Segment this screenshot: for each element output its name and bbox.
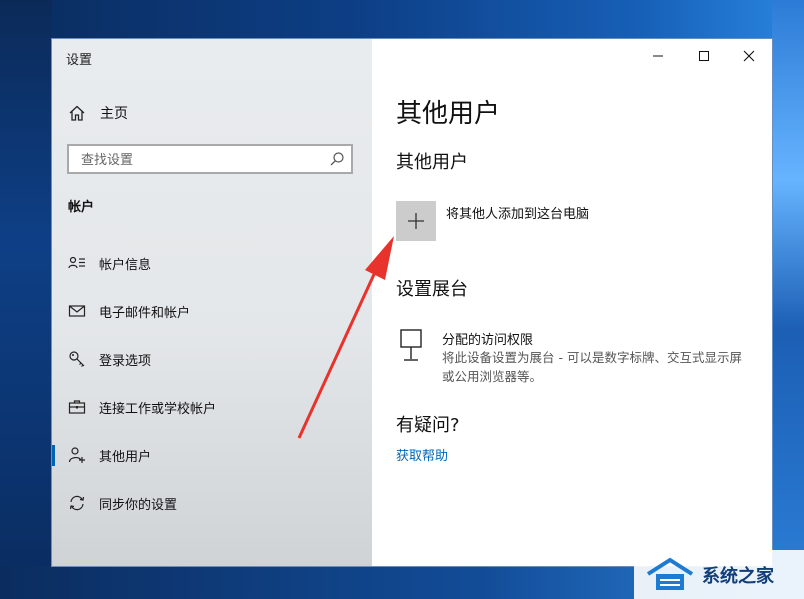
settings-window: 设置 主页 帐户 帐户信息 <box>52 39 772 566</box>
watermark-text: 系统之家 <box>702 566 774 587</box>
get-help-link[interactable]: 获取帮助 <box>396 445 448 464</box>
watermark-house-icon <box>646 557 694 590</box>
window-title: 设置 <box>66 53 93 68</box>
kiosk-icon <box>400 329 422 361</box>
section-title: 帐户 <box>68 200 95 215</box>
watermark-logo: 系统之家 <box>634 550 804 599</box>
minimize-icon <box>653 55 663 57</box>
sidebar: 设置 主页 帐户 帐户信息 <box>52 39 372 566</box>
add-user-button[interactable] <box>396 201 436 241</box>
desktop-background-right <box>772 0 804 599</box>
other-users-heading: 其他用户 <box>396 152 468 173</box>
sidebar-item-other-users[interactable]: 其他用户 <box>52 440 372 470</box>
search-input[interactable] <box>79 150 323 170</box>
email-icon <box>68 305 86 317</box>
sidebar-item-email[interactable]: 电子邮件和帐户 <box>52 296 372 326</box>
sidebar-item-label: 其他用户 <box>99 450 152 465</box>
minimize-button[interactable] <box>635 43 681 69</box>
question-heading: 有疑问? <box>396 415 460 436</box>
desktop-background-left <box>0 0 52 599</box>
active-indicator <box>52 445 55 466</box>
sidebar-item-label: 帐户信息 <box>99 258 152 273</box>
kiosk-description: 将此设备设置为展台 - 可以是数字标牌、交互式显示屏或公用浏览器等。 <box>442 350 742 384</box>
sidebar-item-work-school[interactable]: 连接工作或学校帐户 <box>52 392 372 422</box>
kiosk-heading: 设置展台 <box>396 279 468 300</box>
maximize-button[interactable] <box>681 43 727 69</box>
sidebar-item-label: 连接工作或学校帐户 <box>99 402 217 417</box>
add-user-label[interactable]: 将其他人添加到这台电脑 <box>446 203 589 222</box>
sidebar-item-label: 同步你的设置 <box>99 498 178 513</box>
maximize-icon <box>699 51 709 61</box>
close-icon <box>743 50 755 62</box>
sidebar-item-account-info[interactable]: 帐户信息 <box>52 248 372 278</box>
kiosk-title-link[interactable]: 分配的访问权限 <box>442 329 533 348</box>
sidebar-item-sign-in-options[interactable]: 登录选项 <box>52 344 372 374</box>
close-button[interactable] <box>726 43 772 69</box>
search-box[interactable] <box>67 144 353 174</box>
sidebar-item-label: 电子邮件和帐户 <box>99 306 191 321</box>
search-icon[interactable] <box>329 151 345 167</box>
briefcase-icon <box>68 400 86 414</box>
content-pane: 其他用户 其他用户 将其他人添加到这台电脑 设置展台 分配的访问权限 将此设备设… <box>372 39 772 566</box>
account-info-icon <box>68 256 85 269</box>
home-nav-item[interactable]: 主页 <box>68 103 128 123</box>
person-add-icon <box>68 447 85 463</box>
key-icon <box>69 351 85 367</box>
sidebar-item-label: 登录选项 <box>99 354 152 369</box>
home-icon <box>69 105 85 121</box>
sidebar-item-sync[interactable]: 同步你的设置 <box>52 488 372 518</box>
page-title: 其他用户 <box>396 99 501 129</box>
sync-icon <box>69 495 85 511</box>
home-label: 主页 <box>100 106 128 122</box>
plus-icon <box>408 213 424 229</box>
